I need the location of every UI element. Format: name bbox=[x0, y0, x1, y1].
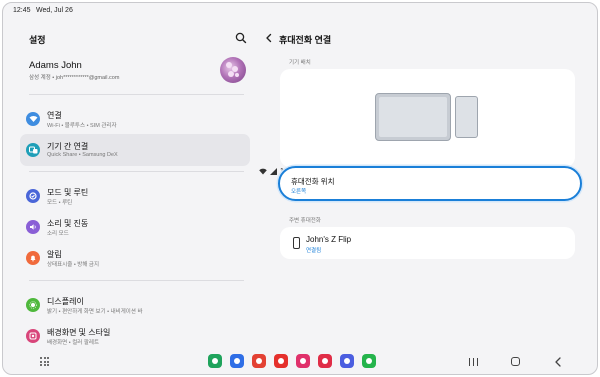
settings-item-connections[interactable]: 연결 Wi-Fi • 블루투스 • SIM 관리자 bbox=[20, 103, 250, 135]
device-placement-illustration bbox=[280, 69, 575, 167]
phone-illustration bbox=[455, 96, 478, 138]
settings-item-label: 배경화면 및 스타일 bbox=[47, 328, 111, 337]
settings-item-label: 디스플레이 bbox=[47, 297, 84, 306]
search-icon[interactable] bbox=[234, 31, 248, 45]
samsung-internet-icon[interactable] bbox=[340, 354, 354, 368]
tablet-screen: 12:45 Wed, Jul 26 100% 설정 Adams John 삼성 … bbox=[2, 2, 598, 375]
divider bbox=[29, 94, 244, 95]
phone-app-icon-glyph bbox=[212, 358, 218, 364]
settings-item-label: 기기 간 연결 bbox=[47, 142, 89, 151]
settings-item-modes-routines[interactable]: 모드 및 루틴 모드 • 루틴 bbox=[20, 180, 250, 212]
settings-item-label: 알림 bbox=[47, 250, 62, 259]
avatar-flower bbox=[228, 71, 234, 77]
messages-app-icon-glyph bbox=[234, 358, 240, 364]
flipboard-app-icon[interactable] bbox=[274, 354, 288, 368]
chrome-app-icon[interactable] bbox=[252, 354, 266, 368]
routine-icon bbox=[26, 189, 40, 203]
camera-app-icon-glyph bbox=[322, 358, 328, 364]
settings-item-desc: 배경화면 • 컬러 팔레트 bbox=[47, 340, 100, 346]
device-link-icon bbox=[26, 143, 40, 157]
chrome-app-icon-glyph bbox=[256, 358, 262, 364]
settings-item-notifications[interactable]: 알림 상태표시줄 • 방해 금지 bbox=[20, 242, 250, 274]
avatar-flower bbox=[235, 73, 239, 77]
home-button[interactable] bbox=[511, 357, 520, 366]
taskbar-dock bbox=[208, 354, 376, 368]
avatar[interactable] bbox=[220, 57, 246, 83]
app-drawer-icon[interactable] bbox=[40, 357, 49, 366]
gallery-app-icon[interactable] bbox=[296, 354, 310, 368]
settings-item-display[interactable]: 디스플레이 밝기 • 편안하게 화면 보기 • 내비게이션 바 bbox=[20, 289, 250, 321]
settings-item-desc: 밝기 • 편안하게 화면 보기 • 내비게이션 바 bbox=[47, 309, 143, 315]
recent-apps-button[interactable] bbox=[469, 358, 478, 366]
settings-item-label: 모드 및 루틴 bbox=[47, 188, 89, 197]
navigation-bar bbox=[3, 349, 597, 374]
bell-icon bbox=[26, 251, 40, 265]
settings-item-wallpaper-style[interactable]: 배경화면 및 스타일 배경화면 • 컬러 팔레트 bbox=[20, 320, 250, 352]
messages-app-icon[interactable] bbox=[230, 354, 244, 368]
quick-share-icon[interactable] bbox=[362, 354, 376, 368]
settings-item-desc: 상태표시줄 • 방해 금지 bbox=[47, 262, 100, 268]
phone-app-icon[interactable] bbox=[208, 354, 222, 368]
settings-item-desc: 소리 모드 bbox=[47, 231, 69, 237]
phone-location-setting[interactable]: 휴대전화 위치 오른쪽 bbox=[278, 166, 582, 201]
settings-item-label: 소리 및 진동 bbox=[47, 219, 89, 228]
settings-item-connected-devices[interactable]: 기기 간 연결 Quick Share • Samsung DeX bbox=[20, 134, 250, 166]
status-bar: 12:45 Wed, Jul 26 100% bbox=[3, 3, 597, 175]
quick-share-icon-glyph bbox=[366, 358, 372, 364]
settings-item-sounds[interactable]: 소리 및 진동 소리 모드 bbox=[20, 211, 250, 243]
phone-location-value: 오른쪽 bbox=[291, 189, 307, 195]
settings-list-pane: 설정 Adams John 삼성 계정 • joh************@gm… bbox=[18, 21, 253, 351]
palette-icon bbox=[26, 329, 40, 343]
settings-item-label: 연결 bbox=[47, 111, 62, 120]
camera-app-icon[interactable] bbox=[318, 354, 332, 368]
divider bbox=[29, 280, 244, 281]
section-header-nearby-phones: 주변 휴대전화 bbox=[289, 218, 321, 224]
gallery-app-icon-glyph bbox=[300, 358, 306, 364]
tablet-screen-illustration bbox=[379, 97, 447, 137]
page-title: 설정 bbox=[29, 35, 46, 45]
settings-item-desc: 모드 • 루틴 bbox=[47, 200, 73, 206]
account-name: Adams John bbox=[29, 60, 82, 71]
flipboard-app-icon-glyph bbox=[278, 358, 284, 364]
nearby-phone-status: 연결됨 bbox=[306, 248, 322, 254]
phone-link-detail-pane: 휴대전화 연결 기기 배치 휴대전화 위치 오른쪽 주변 휴대전화 John's… bbox=[259, 21, 589, 351]
section-header-device-placement: 기기 배치 bbox=[289, 60, 311, 66]
samsung-internet-icon-glyph bbox=[344, 358, 350, 364]
date: Wed, Jul 26 bbox=[36, 7, 73, 14]
divider bbox=[29, 171, 244, 172]
phone-location-label: 휴대전화 위치 bbox=[291, 177, 335, 186]
avatar-flower bbox=[226, 62, 232, 68]
wifi-icon bbox=[26, 112, 40, 126]
volume-icon bbox=[26, 220, 40, 234]
chevron-left-icon[interactable] bbox=[263, 32, 275, 44]
settings-item-desc: Wi-Fi • 블루투스 • SIM 관리자 bbox=[47, 123, 117, 129]
tablet-illustration bbox=[375, 93, 451, 141]
nearby-phone-item[interactable]: John's Z Flip 연결됨 bbox=[280, 227, 575, 259]
settings-item-desc: Quick Share • Samsung DeX bbox=[47, 152, 118, 158]
detail-title: 휴대전화 연결 bbox=[279, 35, 332, 45]
account-profile[interactable]: Adams John 삼성 계정 • joh************@gmail… bbox=[29, 59, 249, 99]
smartphone-icon bbox=[293, 237, 300, 249]
clock: 12:45 bbox=[13, 7, 31, 14]
account-subtitle: 삼성 계정 • joh************@gmail.com bbox=[29, 75, 120, 81]
display-icon bbox=[26, 298, 40, 312]
back-button[interactable] bbox=[554, 357, 562, 367]
nearby-phone-name: John's Z Flip bbox=[306, 235, 352, 244]
